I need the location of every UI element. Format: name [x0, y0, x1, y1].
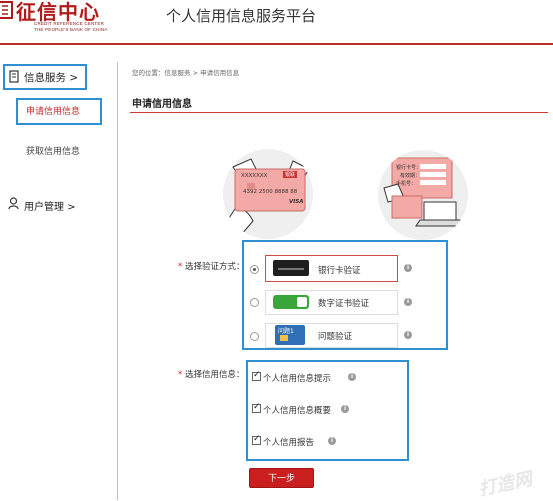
logo-english-line2: THE PEOPLE'S BANK OF CHINA	[34, 27, 108, 32]
document-icon	[9, 70, 19, 83]
radio-question[interactable]	[250, 332, 259, 341]
required-mark: *	[178, 262, 183, 272]
checkbox-credit-summary[interactable]	[252, 402, 261, 413]
sidebar-divider	[117, 62, 118, 500]
info-icon[interactable]: i	[328, 437, 336, 445]
verify-method-label: * 选择验证方式：	[178, 260, 244, 272]
option-question-label[interactable]: 问题验证	[318, 330, 352, 342]
card-unionpay-tag: 银联	[283, 171, 298, 178]
info-icon[interactable]: i	[404, 298, 412, 306]
bank-card-icon	[273, 260, 309, 276]
info-icon[interactable]: i	[404, 264, 412, 272]
checkbox-credit-hint[interactable]	[252, 370, 261, 381]
verify-method-label-text: 选择验证方式：	[184, 262, 245, 272]
sidebar-item-info-services-label[interactable]: 信息服务 >	[24, 70, 78, 85]
card-number-text: 4392 2500 8888 88	[243, 189, 298, 195]
breadcrumb: 您的位置：信息服务 > 申请信用信息	[132, 69, 240, 77]
usb-key-icon	[273, 295, 309, 309]
page-title: 申请信用信息	[132, 99, 192, 110]
sidebar-item-get-credit[interactable]: 获取信用信息	[26, 144, 80, 157]
card-brand-text: XXXXXXX	[241, 173, 268, 179]
bank-card-illustration: XXXXXXX 银联 4392 2500 8888 88 VISA	[223, 149, 313, 239]
logo-english-line1: CREDIT REFERENCE CENTER	[34, 21, 105, 26]
required-mark: *	[178, 370, 183, 380]
checkbox-credit-report-label[interactable]: 个人信用报告	[263, 436, 314, 448]
site-title: 个人信用信息服务平台	[166, 7, 317, 25]
watermark: 打造网	[476, 468, 534, 501]
sidebar-item-user-management[interactable]: 用户管理 >	[24, 198, 76, 213]
question-card-icon-text: 问题1	[278, 328, 294, 335]
card-network-text: VISA	[289, 199, 304, 205]
radio-bank-card[interactable]	[250, 265, 259, 274]
sidebar-item-apply-credit-label[interactable]: 申请信用信息	[26, 104, 80, 117]
online-verification-illustration: 银行卡号： 有效期： 手机号：	[378, 150, 468, 240]
radio-digital-certificate[interactable]	[250, 298, 259, 307]
user-icon	[8, 197, 19, 210]
form-field-expiry: 有效期：	[400, 173, 421, 179]
info-icon[interactable]: i	[341, 405, 349, 413]
option-digital-certificate-label[interactable]: 数字证书验证	[318, 297, 369, 309]
info-icon[interactable]: i	[348, 373, 356, 381]
credit-info-label: * 选择信用信息：	[178, 368, 244, 380]
checkbox-credit-report[interactable]	[252, 434, 261, 445]
checkbox-credit-hint-label[interactable]: 个人信用信息提示	[263, 372, 331, 384]
info-icon[interactable]: i	[404, 331, 412, 339]
logo-seal-icon	[0, 1, 13, 19]
form-field-card-number: 银行卡号：	[396, 165, 422, 171]
option-bank-card-label[interactable]: 银行卡验证	[318, 264, 361, 276]
next-button[interactable]: 下一步	[249, 468, 314, 488]
credit-info-label-text: 选择信用信息：	[184, 370, 245, 380]
title-underline	[130, 112, 548, 113]
form-field-phone: 手机号：	[396, 181, 417, 187]
checkbox-credit-summary-label[interactable]: 个人信用信息概要	[263, 404, 331, 416]
